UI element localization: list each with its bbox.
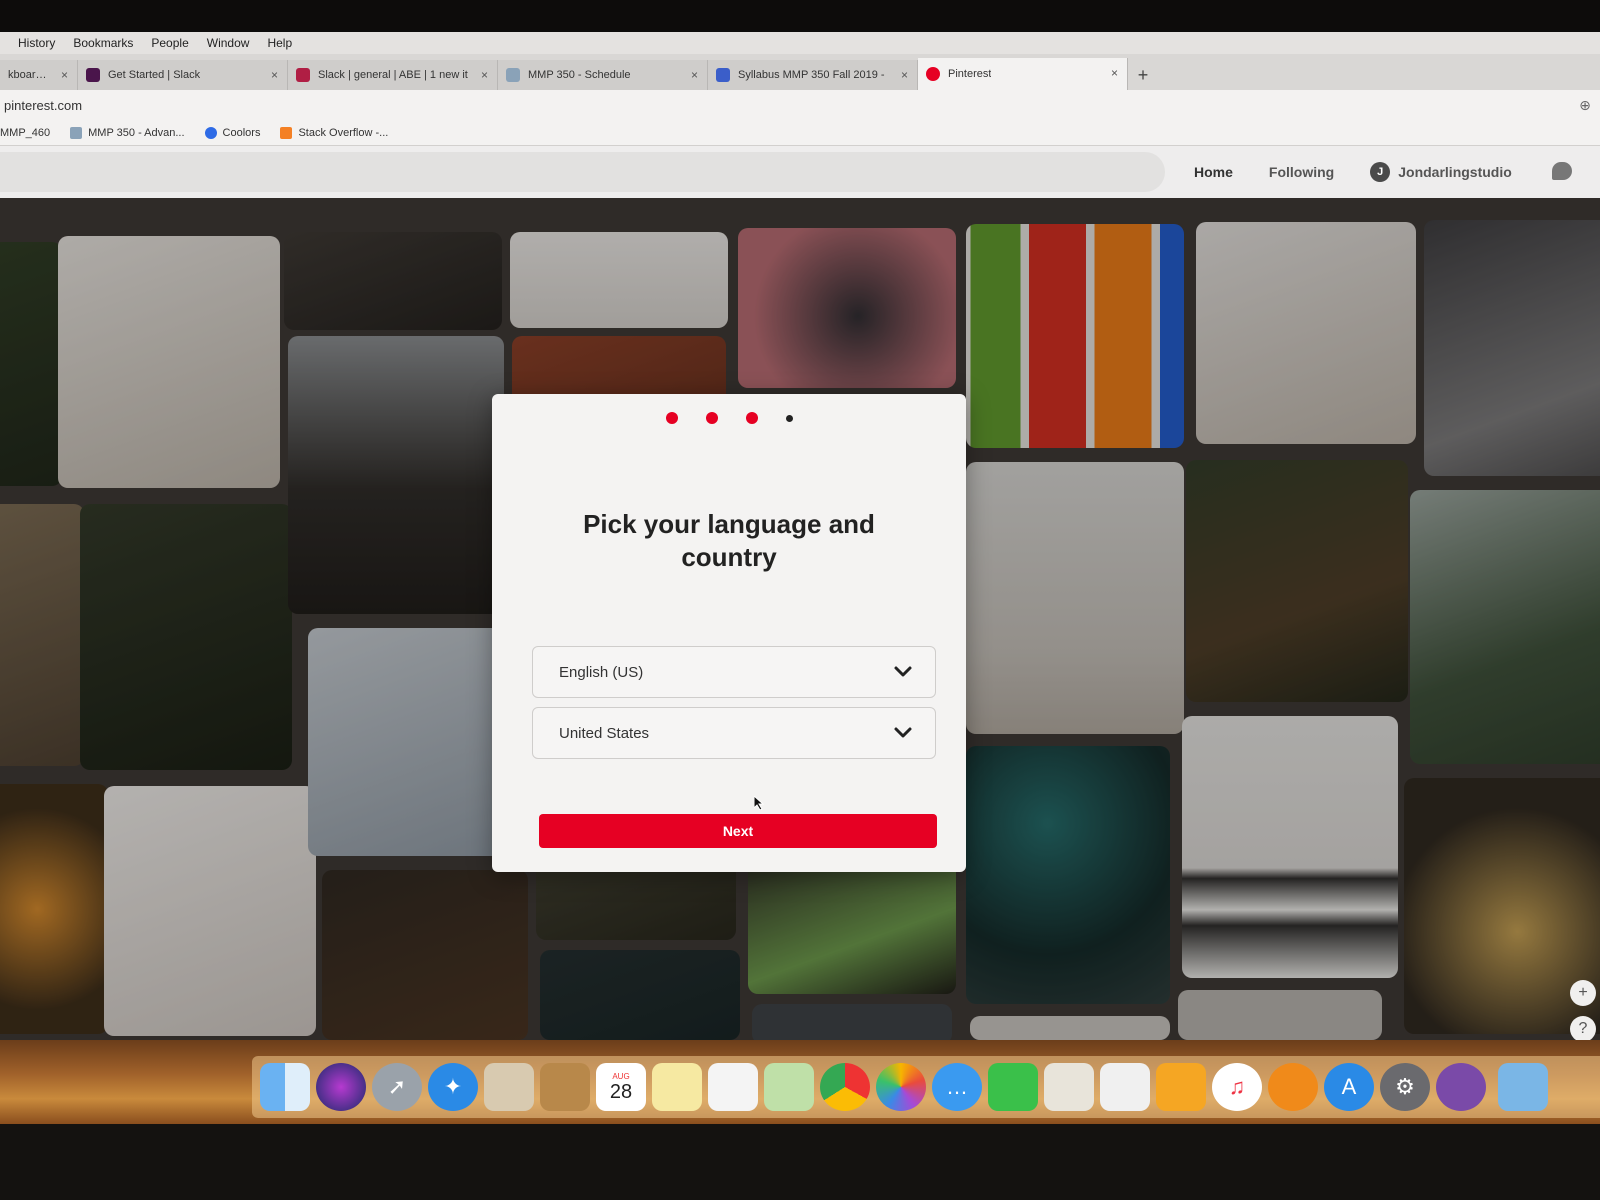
reminders-icon[interactable] (708, 1063, 758, 1111)
modal-title: Pick your language and country (583, 509, 875, 572)
step-dot-complete (665, 412, 678, 424)
numbers-icon[interactable] (1100, 1063, 1150, 1111)
tab-label: kboard Le (8, 69, 49, 81)
app-store-icon[interactable]: A (1324, 1063, 1374, 1111)
photos-icon[interactable] (876, 1063, 926, 1111)
chevron-down-icon (894, 727, 912, 738)
tab-slack-general[interactable]: Slack | general | ABE | 1 new it × (288, 60, 498, 90)
menu-help[interactable]: Help (267, 36, 292, 50)
search-bar[interactable] (0, 152, 1165, 192)
textedit-icon[interactable] (1044, 1063, 1094, 1111)
close-icon[interactable]: × (1111, 66, 1118, 80)
profile-link[interactable]: J Jondarlingstudio (1370, 162, 1512, 182)
pinterest-icon (926, 67, 940, 81)
github-icon[interactable] (1436, 1063, 1486, 1111)
messages-icon[interactable] (1552, 162, 1572, 180)
nav-home[interactable]: Home (1194, 164, 1233, 180)
launchpad-icon[interactable]: ➚ (372, 1063, 422, 1111)
close-icon[interactable]: × (61, 68, 68, 82)
avatar: J (1370, 162, 1391, 182)
tab-label: Get Started | Slack (108, 69, 201, 81)
siri-icon[interactable] (316, 1063, 366, 1111)
stack-overflow-icon (280, 126, 293, 139)
calendar-icon[interactable]: AUG 28 (596, 1063, 646, 1111)
safari-icon[interactable]: ✦ (428, 1063, 478, 1111)
dock: ➚ ✦ AUG 28 … ♫ A ⚙ (252, 1056, 1600, 1118)
tab-strip: kboard Le × Get Started | Slack × Slack … (0, 54, 1600, 90)
keynote-icon[interactable] (1156, 1063, 1206, 1111)
pinterest-nav: Home Following J Jondarlingstudio (1194, 146, 1512, 198)
sheet-icon (70, 126, 83, 139)
country-select[interactable]: United States (532, 707, 936, 759)
step-dot-complete (705, 412, 718, 424)
slack-icon (296, 68, 310, 82)
tab-label: Slack | general | ABE | 1 new it (318, 69, 468, 81)
bezel (0, 1124, 1600, 1200)
mouse-cursor-icon (754, 796, 764, 810)
bookmark-coolors[interactable]: Coolors (204, 126, 261, 139)
tab-syllabus[interactable]: Syllabus MMP 350 Fall 2019 - × (708, 60, 918, 90)
bookmark-mmp350[interactable]: MMP 350 - Advan... (70, 126, 185, 139)
tab-label: MMP 350 - Schedule (528, 69, 631, 81)
notes-icon[interactable] (652, 1063, 702, 1111)
bookmark-label: Coolors (222, 126, 261, 139)
zoom-plus-icon[interactable]: + (1570, 980, 1596, 1006)
nav-following[interactable]: Following (1269, 164, 1334, 180)
tab-keyboard[interactable]: kboard Le × (0, 60, 78, 90)
bookmarks-bar: MMP_460 MMP 350 - Advan... Coolors Stack… (0, 120, 1600, 146)
menu-bookmarks[interactable]: Bookmarks (73, 36, 133, 50)
coolors-icon (204, 126, 217, 139)
maps-icon[interactable] (764, 1063, 814, 1111)
bookmark-label: MMP_460 (0, 126, 51, 139)
system-preferences-icon[interactable]: ⚙ (1380, 1063, 1430, 1111)
bookmark-mmp460[interactable]: MMP_460 (0, 127, 50, 139)
menu-bar: History Bookmarks People Window Help (0, 32, 1600, 54)
menu-people[interactable]: People (151, 36, 188, 50)
address-bar: pinterest.com ⊕ (0, 90, 1600, 120)
tab-pinterest[interactable]: Pinterest × (918, 58, 1128, 90)
tab-slack-get-started[interactable]: Get Started | Slack × (78, 60, 288, 90)
folder-icon[interactable] (1498, 1063, 1548, 1111)
chevron-down-icon (894, 666, 912, 677)
tab-label: Pinterest (948, 68, 992, 80)
screen: History Bookmarks People Window Help kbo… (0, 32, 1600, 1040)
slack-icon (86, 68, 100, 82)
username: Jondarlingstudio (1398, 164, 1512, 180)
extension-icon[interactable]: ⊕ (1570, 97, 1600, 114)
help-icon[interactable]: ? (1570, 1016, 1596, 1040)
close-icon[interactable]: × (901, 68, 908, 82)
close-icon[interactable]: × (691, 68, 698, 82)
docs-icon (716, 68, 730, 82)
menu-window[interactable]: Window (207, 36, 250, 50)
finder-icon[interactable] (260, 1063, 310, 1111)
step-dot-complete (745, 412, 758, 424)
calendar-day: 28 (609, 1081, 633, 1103)
bookmark-label: MMP 350 - Advan... (88, 126, 185, 139)
music-icon[interactable]: ♫ (1212, 1063, 1262, 1111)
country-value: United States (559, 724, 650, 742)
chrome-icon[interactable] (820, 1063, 870, 1111)
bookmark-stack-overflow[interactable]: Stack Overflow -... (280, 126, 389, 139)
tab-mmp-schedule[interactable]: MMP 350 - Schedule × (498, 60, 708, 90)
tab-label: Syllabus MMP 350 Fall 2019 - (738, 69, 885, 81)
sheet-icon (506, 68, 520, 82)
step-dot-current (785, 414, 793, 422)
next-button[interactable]: Next (539, 814, 937, 848)
preview-icon[interactable] (484, 1063, 534, 1111)
pinterest-header: Home Following J Jondarlingstudio (0, 146, 1600, 198)
url-field[interactable]: pinterest.com (4, 98, 1570, 113)
messages-app-icon[interactable]: … (932, 1063, 982, 1111)
close-icon[interactable]: × (271, 68, 278, 82)
step-indicator (492, 412, 966, 424)
facetime-icon[interactable] (988, 1063, 1038, 1111)
bookmark-label: Stack Overflow -... (298, 126, 389, 139)
menu-history[interactable]: History (18, 36, 55, 50)
contacts-icon[interactable] (540, 1063, 590, 1111)
language-select[interactable]: English (US) (532, 646, 936, 698)
books-icon[interactable] (1268, 1063, 1318, 1111)
language-country-modal: Pick your language and country English (… (492, 394, 966, 872)
close-icon[interactable]: × (481, 68, 488, 82)
new-tab-button[interactable]: + (1128, 60, 1158, 90)
language-value: English (US) (559, 663, 644, 681)
